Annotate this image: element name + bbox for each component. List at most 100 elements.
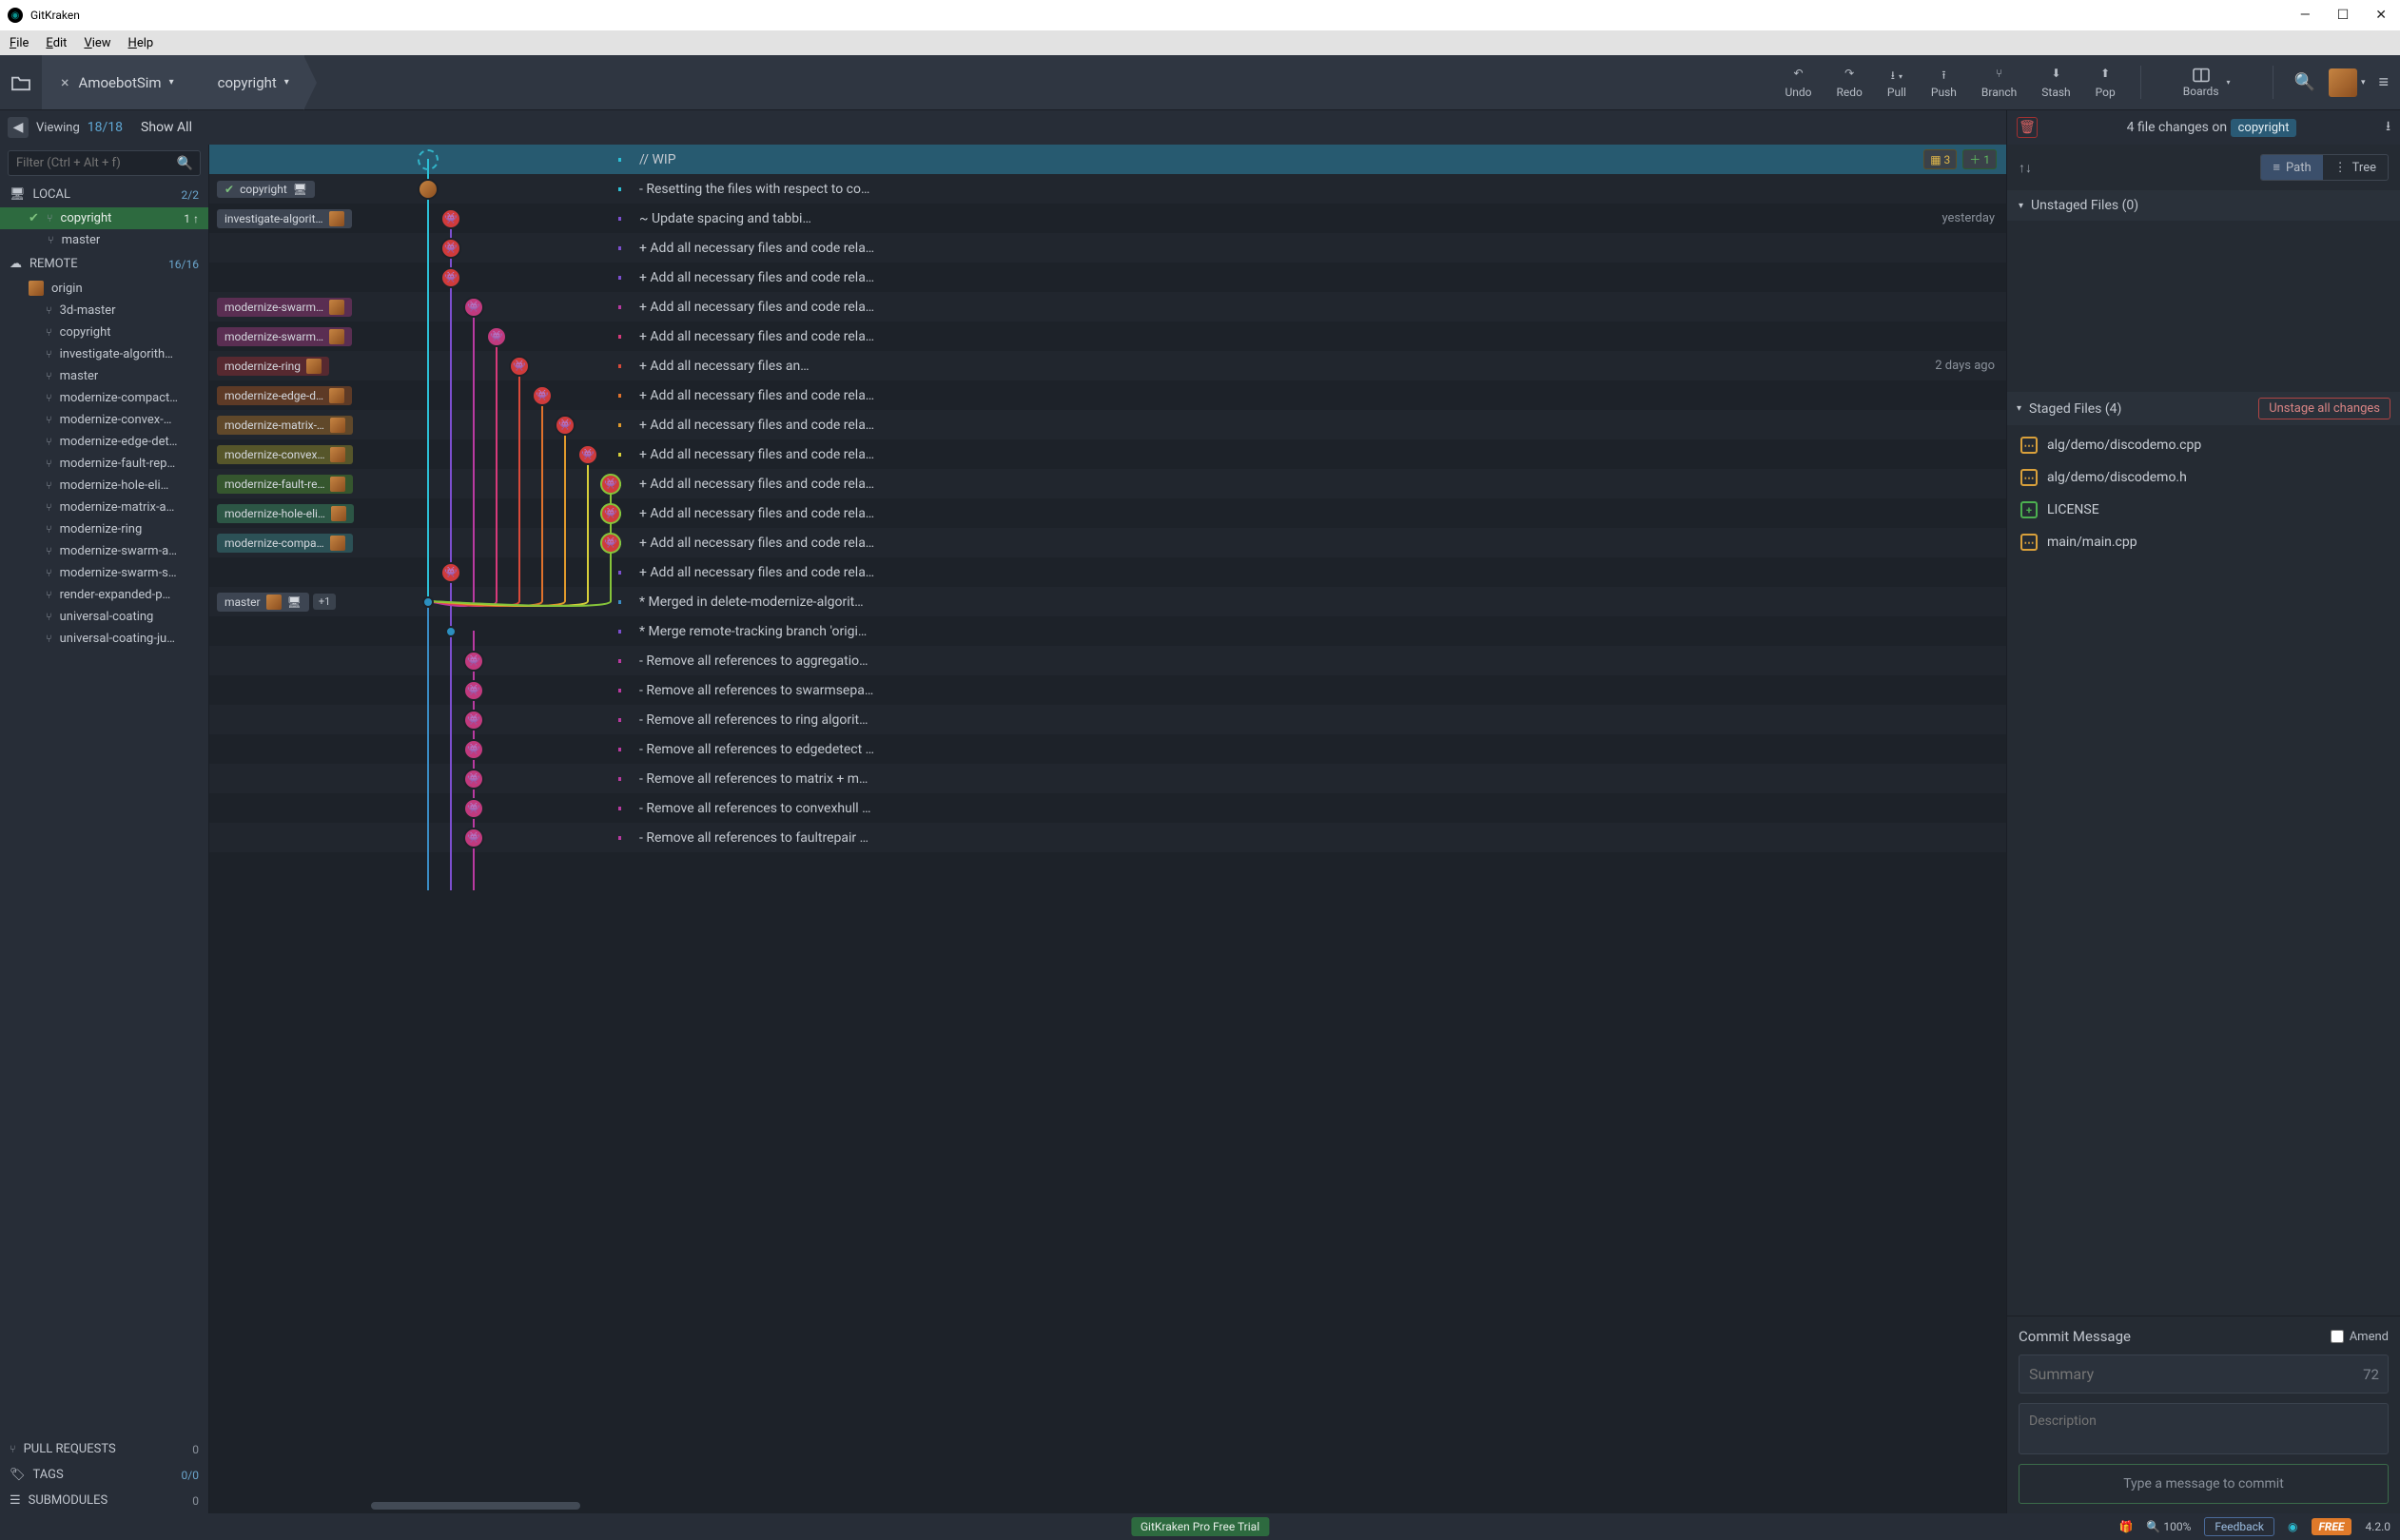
boards-button[interactable]: Boards ▾ xyxy=(2166,68,2248,98)
commit-row[interactable]: modernize-swarm…👾+ Add all necessary fil… xyxy=(209,292,2006,322)
commit-row[interactable]: * Merge remote-tracking branch 'origi… xyxy=(209,616,2006,646)
staged-file[interactable]: ⋯alg/demo/discodemo.h xyxy=(2007,461,2400,494)
maximize-button[interactable]: ☐ xyxy=(2337,8,2350,23)
filter-input[interactable] xyxy=(8,150,201,176)
remote-branch[interactable]: ⑂modernize-hole-eli… xyxy=(0,475,208,497)
branch-label[interactable]: modernize-matrix-… xyxy=(217,416,353,435)
branch-button[interactable]: ⑂Branch xyxy=(1981,67,2017,99)
breadcrumb-repo[interactable]: × AmoebotSim ▾ xyxy=(42,55,189,109)
commit-button[interactable]: Type a message to commit xyxy=(2019,1464,2389,1504)
zoom-indicator[interactable]: 🔍 100% xyxy=(2146,1520,2191,1533)
commit-row[interactable]: investigate-algorit…👾~ Update spacing an… xyxy=(209,204,2006,233)
remote-origin[interactable]: origin xyxy=(0,277,208,300)
amend-checkbox[interactable]: Amend xyxy=(2331,1330,2389,1344)
menu-edit[interactable]: Edit xyxy=(42,34,70,52)
push-button[interactable]: ⭱Push xyxy=(1931,67,1957,99)
remote-branch[interactable]: ⑂modernize-edge-det… xyxy=(0,431,208,453)
show-all-button[interactable]: Show All xyxy=(141,120,202,135)
section-pull-requests[interactable]: ⑂ PULL REQUESTS 0 xyxy=(0,1436,208,1462)
remote-branch[interactable]: ⑂modernize-ring xyxy=(0,518,208,540)
branch-label[interactable]: ✔copyright🖥 xyxy=(217,181,315,198)
section-remote[interactable]: ☁ REMOTE 16/16 xyxy=(0,251,208,277)
horizontal-scrollbar[interactable] xyxy=(371,1502,2006,1511)
section-tags[interactable]: 🏷 TAGS 0/0 xyxy=(0,1462,208,1488)
redo-button[interactable]: ↷Redo xyxy=(1837,67,1863,99)
commit-description-input[interactable] xyxy=(2019,1403,2389,1454)
commit-row[interactable]: modernize-convex…👾+ Add all necessary fi… xyxy=(209,439,2006,469)
commit-row[interactable]: modernize-hole-eli…👾+ Add all necessary … xyxy=(209,498,2006,528)
close-button[interactable]: ✕ xyxy=(2375,8,2387,23)
commit-row[interactable]: // WIP▦ 3＋ 1 xyxy=(209,145,2006,174)
branch-label[interactable]: investigate-algorit… xyxy=(217,209,352,228)
remote-branch[interactable]: ⑂render-expanded-p… xyxy=(0,584,208,606)
staged-file[interactable]: +LICENSE xyxy=(2007,494,2400,526)
commit-row[interactable]: 👾- Remove all references to swarmsepa… xyxy=(209,675,2006,705)
commit-row[interactable]: modernize-compa…👾+ Add all necessary fil… xyxy=(209,528,2006,557)
commit-row[interactable]: modernize-matrix-…👾+ Add all necessary f… xyxy=(209,410,2006,439)
menu-file[interactable]: File xyxy=(6,34,32,52)
remote-branch[interactable]: ⑂modernize-fault-rep… xyxy=(0,453,208,475)
staged-section[interactable]: ▾ Staged Files (4) Unstage all changes xyxy=(2007,392,2400,425)
branch-label[interactable]: modernize-fault-re… xyxy=(217,475,353,494)
commit-row[interactable]: 👾+ Add all necessary files and code rela… xyxy=(209,263,2006,292)
commit-graph[interactable]: // WIP▦ 3＋ 1✔copyright🖥- Resetting the f… xyxy=(209,145,2006,1513)
breadcrumb-branch[interactable]: copyright ▾ xyxy=(189,55,304,109)
unstage-all-button[interactable]: Unstage all changes xyxy=(2258,398,2390,419)
remote-branch[interactable]: ⑂3d-master xyxy=(0,300,208,322)
commit-row[interactable]: master🖥+1* Merged in delete-modernize-al… xyxy=(209,587,2006,616)
close-repo-icon[interactable]: × xyxy=(61,73,69,91)
discard-button[interactable]: 🗑 xyxy=(2017,117,2038,138)
pull-button[interactable]: ⭳▾Pull xyxy=(1887,67,1906,99)
commit-row[interactable]: 👾- Remove all references to convexhull … xyxy=(209,793,2006,823)
remote-branch[interactable]: ⑂modernize-swarm-s… xyxy=(0,562,208,584)
remote-branch[interactable]: ⑂modernize-matrix-a… xyxy=(0,497,208,518)
commit-summary-input[interactable] xyxy=(2019,1355,2389,1394)
remote-branch[interactable]: ⑂copyright xyxy=(0,322,208,343)
branch-label[interactable]: modernize-edge-d… xyxy=(217,386,352,405)
commit-row[interactable]: 👾- Remove all references to ring algorit… xyxy=(209,705,2006,734)
remote-branch[interactable]: ⑂investigate-algorith… xyxy=(0,343,208,365)
branch-label[interactable]: modernize-ring xyxy=(217,357,329,376)
remote-branch[interactable]: ⑂universal-coating-ju… xyxy=(0,628,208,650)
branch-label[interactable]: modernize-convex… xyxy=(217,445,353,464)
branch-label[interactable]: modernize-swarm… xyxy=(217,327,352,346)
staged-file[interactable]: ⋯alg/demo/discodemo.cpp xyxy=(2007,429,2400,461)
remote-branch[interactable]: ⑂modernize-swarm-a… xyxy=(0,540,208,562)
commit-row[interactable]: modernize-ring👾+ Add all necessary files… xyxy=(209,351,2006,380)
branch-label[interactable]: modernize-hole-eli… xyxy=(217,504,354,523)
hamburger-menu-icon[interactable]: ≡ xyxy=(2378,72,2389,92)
minimize-button[interactable]: — xyxy=(2300,8,2311,23)
stash-button[interactable]: ⬇Stash xyxy=(2041,67,2070,99)
branch-label[interactable]: master🖥 xyxy=(217,593,309,612)
remote-branch[interactable]: ⑂master xyxy=(0,365,208,387)
gift-icon[interactable]: 🎁 xyxy=(2118,1520,2133,1533)
staged-file[interactable]: ⋯main/main.cpp xyxy=(2007,526,2400,558)
commit-row[interactable]: ✔copyright🖥- Resetting the files with re… xyxy=(209,174,2006,204)
local-branch-copyright[interactable]: ✔ ⑂ copyright 1 ↑ xyxy=(0,207,208,229)
more-refs-badge[interactable]: +1 xyxy=(313,594,336,610)
back-button[interactable]: ◀ xyxy=(8,117,29,138)
commit-row[interactable]: modernize-swarm…👾+ Add all necessary fil… xyxy=(209,322,2006,351)
section-submodules[interactable]: ☰ SUBMODULES 0 xyxy=(0,1488,208,1513)
commit-row[interactable]: 👾- Remove all references to edgedetect … xyxy=(209,734,2006,764)
commit-row[interactable]: 👾+ Add all necessary files and code rela… xyxy=(209,233,2006,263)
remote-branch[interactable]: ⑂modernize-convex-… xyxy=(0,409,208,431)
path-view-button[interactable]: ≡Path xyxy=(2261,155,2322,180)
branch-label[interactable]: modernize-compa… xyxy=(217,534,353,553)
undo-button[interactable]: ↶Undo xyxy=(1785,67,1811,99)
menu-help[interactable]: Help xyxy=(125,34,158,52)
user-menu[interactable]: ▾ xyxy=(2329,68,2366,97)
remote-branch[interactable]: ⑂universal-coating xyxy=(0,606,208,628)
pop-button[interactable]: ⬆Pop xyxy=(2096,67,2116,99)
commit-row[interactable]: 👾- Remove all references to faultrepair … xyxy=(209,823,2006,852)
branch-label[interactable]: modernize-swarm… xyxy=(217,298,352,317)
commit-row[interactable]: 👾- Remove all references to matrix + m… xyxy=(209,764,2006,793)
search-icon[interactable]: 🔍 xyxy=(2294,72,2315,92)
tree-view-button[interactable]: ⋮Tree xyxy=(2323,155,2388,180)
repo-picker-button[interactable] xyxy=(0,55,42,109)
commit-row[interactable]: 👾- Remove all references to aggregatio… xyxy=(209,646,2006,675)
commit-row[interactable]: modernize-fault-re…👾+ Add all necessary … xyxy=(209,469,2006,498)
remote-branch[interactable]: ⑂modernize-compact… xyxy=(0,387,208,409)
trial-pill[interactable]: GitKraken Pro Free Trial xyxy=(1131,1517,1269,1536)
feedback-button[interactable]: Feedback xyxy=(2204,1517,2274,1536)
